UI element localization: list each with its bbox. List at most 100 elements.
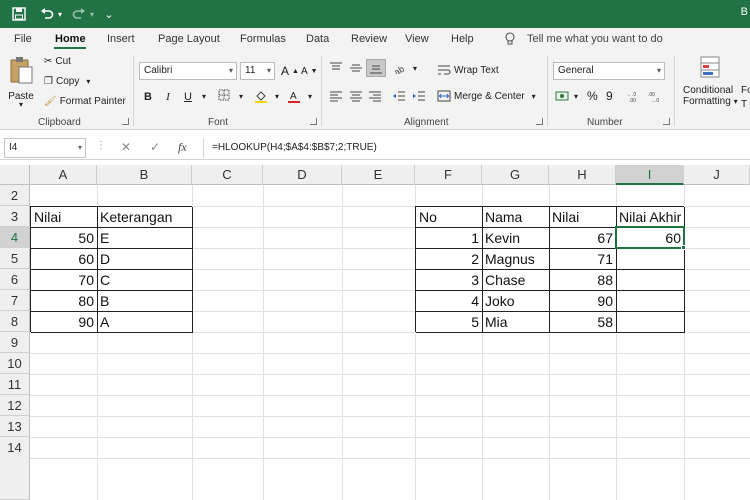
cell-h3[interactable]: Nilai: [549, 207, 616, 228]
cell-i7[interactable]: [616, 291, 684, 312]
row-header-7[interactable]: 7: [0, 290, 30, 311]
cell-h7[interactable]: 90: [549, 291, 616, 312]
insert-function-icon[interactable]: fx: [178, 140, 187, 155]
tell-me-box[interactable]: Tell me what you want to do: [527, 33, 663, 45]
paste-button[interactable]: Paste ▾: [8, 56, 34, 109]
customize-quick-access-icon[interactable]: ⌄: [102, 5, 116, 23]
column-header-f[interactable]: F: [415, 165, 482, 185]
row-header-9[interactable]: 9: [0, 332, 30, 353]
align-left-button[interactable]: [329, 90, 343, 102]
tab-insert[interactable]: Insert: [107, 33, 135, 45]
align-top-button[interactable]: [329, 62, 343, 74]
number-format-select[interactable]: General ▾: [553, 62, 665, 80]
cell-i8[interactable]: [616, 312, 684, 333]
fill-handle[interactable]: [681, 245, 686, 250]
tab-formulas[interactable]: Formulas: [240, 33, 286, 45]
cell-f5[interactable]: 2: [416, 249, 482, 270]
row-header-3[interactable]: 3: [0, 206, 30, 227]
cell-a4[interactable]: 50: [31, 228, 97, 249]
cell-g7[interactable]: Joko: [482, 291, 549, 312]
tab-help[interactable]: Help: [451, 33, 474, 45]
row-header-10[interactable]: 10: [0, 353, 30, 374]
cell-f6[interactable]: 3: [416, 270, 482, 291]
name-box[interactable]: I4 ▾: [4, 138, 86, 158]
cell-g5[interactable]: Magnus: [482, 249, 549, 270]
cell-f7[interactable]: 4: [416, 291, 482, 312]
column-header-e[interactable]: E: [342, 165, 415, 185]
font-color-button[interactable]: A: [286, 89, 302, 105]
align-bottom-button[interactable]: [366, 59, 386, 77]
borders-dropdown-icon[interactable]: ▾: [233, 89, 249, 105]
format-as-table-button[interactable]: Fo T: [741, 85, 750, 110]
cell-b3[interactable]: Keterangan: [97, 207, 192, 228]
cell-a8[interactable]: 90: [31, 312, 97, 333]
cell-b8[interactable]: A: [97, 312, 192, 333]
tab-view[interactable]: View: [405, 33, 429, 45]
cut-button[interactable]: ✂ Cut: [44, 56, 71, 67]
row-header-14[interactable]: 14: [0, 437, 30, 500]
font-name-select[interactable]: Calibri ▾: [139, 62, 237, 80]
row-header-5[interactable]: 5: [0, 248, 30, 269]
cell-g6[interactable]: Chase: [482, 270, 549, 291]
alignment-launcher-icon[interactable]: [536, 118, 543, 125]
fill-color-button[interactable]: [253, 89, 269, 105]
cell-a6[interactable]: 70: [31, 270, 97, 291]
enter-icon[interactable]: ✓: [150, 140, 160, 154]
tab-file[interactable]: File: [14, 33, 32, 45]
wrap-text-button[interactable]: Wrap Text: [437, 64, 499, 76]
cell-a3[interactable]: Nilai: [31, 207, 97, 228]
comma-style-button[interactable]: 9: [606, 89, 613, 103]
column-header-j[interactable]: J: [684, 165, 750, 185]
italic-button[interactable]: I: [160, 89, 176, 105]
row-header-4[interactable]: 4: [0, 227, 30, 248]
cell-b7[interactable]: B: [97, 291, 192, 312]
cancel-icon[interactable]: ✕: [121, 140, 131, 154]
tab-review[interactable]: Review: [351, 33, 387, 45]
undo-icon[interactable]: [38, 5, 56, 23]
format-painter-button[interactable]: 🖌 Format Painter: [44, 96, 126, 107]
column-header-h[interactable]: H: [549, 165, 616, 185]
underline-button[interactable]: U: [180, 89, 196, 105]
number-launcher-icon[interactable]: [663, 118, 670, 125]
tab-page-layout[interactable]: Page Layout: [158, 33, 220, 45]
merge-dropdown-icon[interactable]: ▾: [532, 92, 536, 101]
column-header-c[interactable]: C: [192, 165, 263, 185]
row-header-2[interactable]: 2: [0, 185, 30, 206]
conditional-formatting-button[interactable]: Conditional Formatting ▾: [683, 85, 738, 107]
font-launcher-icon[interactable]: [310, 118, 317, 125]
align-right-button[interactable]: [368, 90, 382, 102]
formula-input[interactable]: =HLOOKUP(H4;$A$4:$B$7;2;TRUE): [203, 138, 750, 158]
font-color-dropdown-icon[interactable]: ▾: [302, 89, 318, 105]
undo-dropdown-icon[interactable]: ▾: [56, 5, 64, 23]
cell-g8[interactable]: Mia: [482, 312, 549, 333]
cell-b6[interactable]: C: [97, 270, 192, 291]
orientation-button[interactable]: ab ▾: [394, 62, 417, 75]
redo-icon[interactable]: [70, 5, 88, 23]
cell-f3[interactable]: No: [416, 207, 482, 228]
column-header-b[interactable]: B: [97, 165, 192, 185]
cell-h8[interactable]: 58: [549, 312, 616, 333]
underline-dropdown-icon[interactable]: ▾: [196, 89, 212, 105]
row-header-11[interactable]: 11: [0, 374, 30, 395]
tab-data[interactable]: Data: [306, 33, 329, 45]
cell-i5[interactable]: [616, 249, 684, 270]
merge-center-button[interactable]: Merge & Center ▾: [437, 90, 536, 102]
clipboard-launcher-icon[interactable]: [122, 118, 129, 125]
decrease-decimal-button[interactable]: .00 →.0: [648, 90, 664, 102]
cell-h5[interactable]: 71: [549, 249, 616, 270]
tab-home[interactable]: Home: [55, 33, 86, 45]
increase-decimal-button[interactable]: ←.0.00: [627, 90, 643, 102]
cell-b4[interactable]: E: [97, 228, 192, 249]
paste-dropdown-icon[interactable]: ▾: [19, 100, 23, 109]
row-header-8[interactable]: 8: [0, 311, 30, 332]
shrink-font-button[interactable]: A ▼: [301, 66, 318, 77]
redo-dropdown-icon[interactable]: ▾: [88, 5, 96, 23]
bold-button[interactable]: B: [140, 89, 156, 105]
cell-h4[interactable]: 67: [549, 228, 616, 249]
accounting-format-button[interactable]: ▾: [555, 90, 578, 102]
cell-b5[interactable]: D: [97, 249, 192, 270]
copy-button[interactable]: ❐ Copy ▾: [44, 76, 90, 87]
cell-h6[interactable]: 88: [549, 270, 616, 291]
borders-button[interactable]: [216, 89, 232, 105]
cell-i3[interactable]: Nilai Akhir: [616, 207, 684, 228]
